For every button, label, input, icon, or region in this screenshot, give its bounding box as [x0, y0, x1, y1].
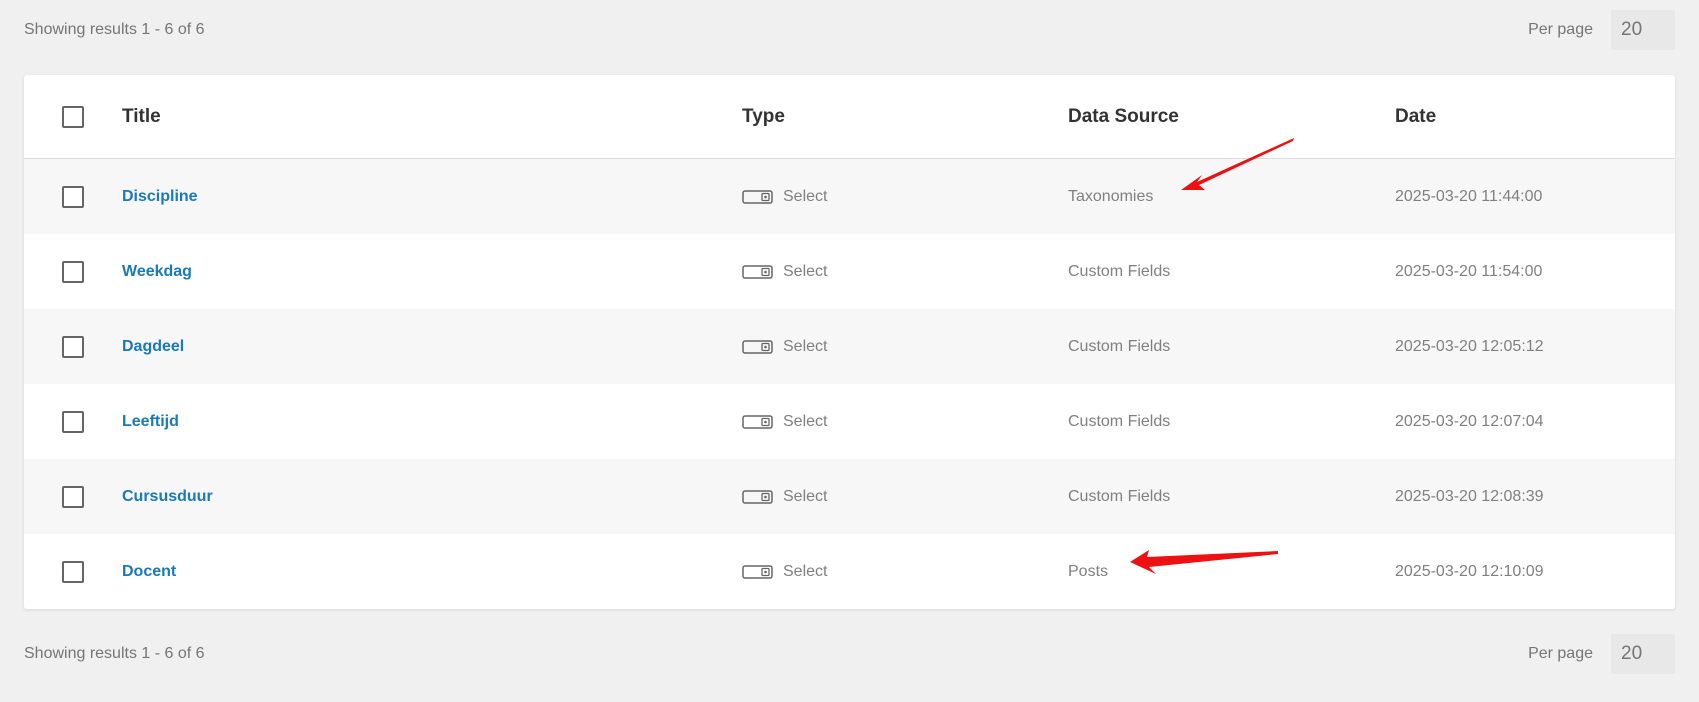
column-header-date[interactable]: Date [1395, 106, 1436, 128]
select-field-icon [742, 564, 773, 579]
table-row: Weekdag Select Custom Fields 2025-03-20 11:… [24, 234, 1675, 309]
row-type-label: Select [783, 562, 828, 580]
per-page-label: Per page [1528, 645, 1593, 662]
select-field-icon [742, 339, 773, 354]
row-date: 2025-03-20 12:07:04 [1395, 412, 1544, 430]
results-bar-top: Showing results 1 - 6 of 6 Per page [24, 10, 1675, 50]
row-type: Select [742, 563, 827, 581]
select-field-icon [742, 414, 773, 429]
column-header-title[interactable]: Title [122, 106, 161, 128]
row-type: Select [742, 188, 827, 206]
select-field-icon [742, 489, 773, 504]
row-checkbox[interactable] [62, 335, 84, 358]
select-field-icon [742, 189, 773, 204]
column-header-type[interactable]: Type [742, 106, 785, 128]
per-page-label: Per page [1528, 21, 1593, 38]
row-title-link[interactable]: Dagdeel [122, 338, 184, 356]
table-row: Leeftijd Select Custom Fields 2025-03-20 12… [24, 384, 1675, 459]
row-data-source: Custom Fields [1068, 262, 1171, 280]
table-row: Discipline Select Taxonomies 2025-03-20 11:… [24, 159, 1675, 234]
row-checkbox[interactable] [62, 260, 84, 283]
row-data-source: Custom Fields [1068, 412, 1171, 430]
row-title-link[interactable]: Leeftijd [122, 413, 179, 431]
row-type: Select [742, 488, 827, 506]
filters-table: Title Type Data Source Date Discipline Se… [24, 75, 1675, 609]
row-checkbox[interactable] [62, 185, 84, 208]
table-row: Dagdeel Select Custom Fields 2025-03-20 12:… [24, 309, 1675, 384]
row-type-label: Select [783, 262, 828, 280]
row-title-link[interactable]: Docent [122, 563, 176, 581]
per-page-input[interactable] [1611, 634, 1675, 674]
column-header-data-source[interactable]: Data Source [1068, 106, 1179, 128]
row-data-source: Posts [1068, 562, 1109, 580]
row-checkbox[interactable] [62, 410, 84, 433]
select-all-checkbox[interactable] [62, 105, 84, 128]
per-page-control: Per page [1528, 634, 1675, 674]
row-title-link[interactable]: Discipline [122, 188, 198, 206]
row-title-link[interactable]: Cursusduur [122, 488, 213, 506]
row-date: 2025-03-20 12:08:39 [1395, 487, 1544, 505]
row-type: Select [742, 263, 827, 281]
row-checkbox[interactable] [62, 485, 84, 508]
row-checkbox[interactable] [62, 560, 84, 583]
row-type-label: Select [783, 487, 828, 505]
row-type: Select [742, 413, 827, 431]
row-type-label: Select [783, 412, 828, 430]
table-row: Docent Select Posts 2025-03-20 12:10:09 [24, 534, 1675, 609]
table-header: Title Type Data Source Date [24, 75, 1675, 159]
row-data-source: Taxonomies [1068, 187, 1154, 205]
row-date: 2025-03-20 11:54:00 [1395, 262, 1543, 280]
row-type-label: Select [783, 337, 828, 355]
row-data-source: Custom Fields [1068, 487, 1171, 505]
results-bar-bottom: Showing results 1 - 6 of 6 Per page [24, 634, 1675, 674]
row-date: 2025-03-20 11:44:00 [1395, 187, 1543, 205]
row-type: Select [742, 338, 827, 356]
row-data-source: Custom Fields [1068, 337, 1171, 355]
table-row: Cursusduur Select Custom Fields 2025-03-20 … [24, 459, 1675, 534]
row-type-label: Select [783, 187, 828, 205]
table-body: Discipline Select Taxonomies 2025-03-20 11:… [24, 159, 1675, 609]
row-title-link[interactable]: Weekdag [122, 263, 192, 281]
per-page-input[interactable] [1611, 10, 1675, 50]
row-date: 2025-03-20 12:10:09 [1395, 562, 1544, 580]
row-date: 2025-03-20 12:05:12 [1395, 337, 1544, 355]
results-count: Showing results 1 - 6 of 6 [24, 645, 205, 662]
select-field-icon [742, 264, 773, 279]
results-count: Showing results 1 - 6 of 6 [24, 21, 205, 38]
per-page-control: Per page [1528, 10, 1675, 50]
